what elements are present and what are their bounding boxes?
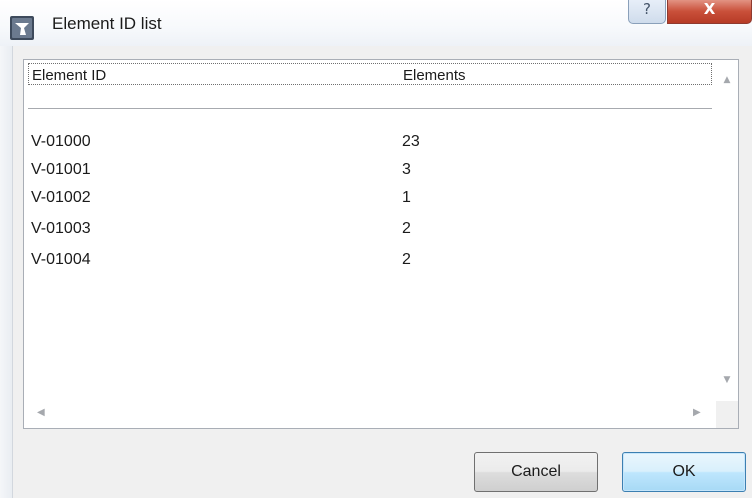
ok-button[interactable]: OK (622, 452, 746, 492)
table-row[interactable]: V-01002 1 (24, 184, 714, 212)
table-row[interactable]: V-01003 2 (24, 215, 714, 243)
cell-element-id: V-01000 (31, 133, 91, 150)
app-window-icon (10, 16, 34, 40)
cell-elements: 2 (402, 220, 411, 237)
cell-elements: 23 (402, 133, 420, 150)
title-bar: Element ID list ? X (0, 0, 752, 46)
window-border (0, 46, 13, 498)
cell-elements: 1 (402, 189, 411, 206)
horizontal-scrollbar[interactable]: ◀ ▶ (25, 401, 715, 428)
scrollbar-corner (716, 401, 738, 428)
cell-elements: 2 (402, 251, 411, 268)
column-header-element-id[interactable]: Element ID (32, 67, 106, 84)
element-id-list-dialog: Element ID list ? X Element ID Elements … (0, 0, 752, 498)
help-icon: ? (643, 0, 651, 18)
cell-elements: 3 (402, 161, 411, 178)
table-row[interactable]: V-01001 3 (24, 156, 714, 184)
close-button[interactable]: X (667, 0, 752, 24)
table-row[interactable]: V-01004 2 (24, 246, 714, 274)
scroll-down-arrow-icon[interactable]: ▼ (716, 375, 738, 385)
window-title: Element ID list (52, 14, 162, 33)
scroll-right-arrow-icon[interactable]: ▶ (693, 407, 701, 418)
scroll-up-arrow-icon[interactable]: ▲ (716, 75, 738, 85)
vertical-scrollbar[interactable]: ▲ ▼ (716, 61, 738, 399)
cell-element-id: V-01001 (31, 161, 91, 178)
table-header: Element ID Elements (28, 63, 712, 85)
cell-element-id: V-01003 (31, 220, 91, 237)
close-icon: X (703, 0, 716, 18)
help-button[interactable]: ? (628, 0, 666, 24)
header-divider (28, 108, 712, 109)
column-header-elements[interactable]: Elements (403, 67, 466, 84)
cell-element-id: V-01004 (31, 251, 91, 268)
cell-element-id: V-01002 (31, 189, 91, 206)
cancel-button[interactable]: Cancel (474, 452, 598, 492)
table-row[interactable]: V-01000 23 (24, 128, 714, 156)
element-id-table[interactable]: Element ID Elements V-01000 23 V-01001 3… (23, 59, 739, 429)
scroll-left-arrow-icon[interactable]: ◀ (37, 407, 45, 418)
